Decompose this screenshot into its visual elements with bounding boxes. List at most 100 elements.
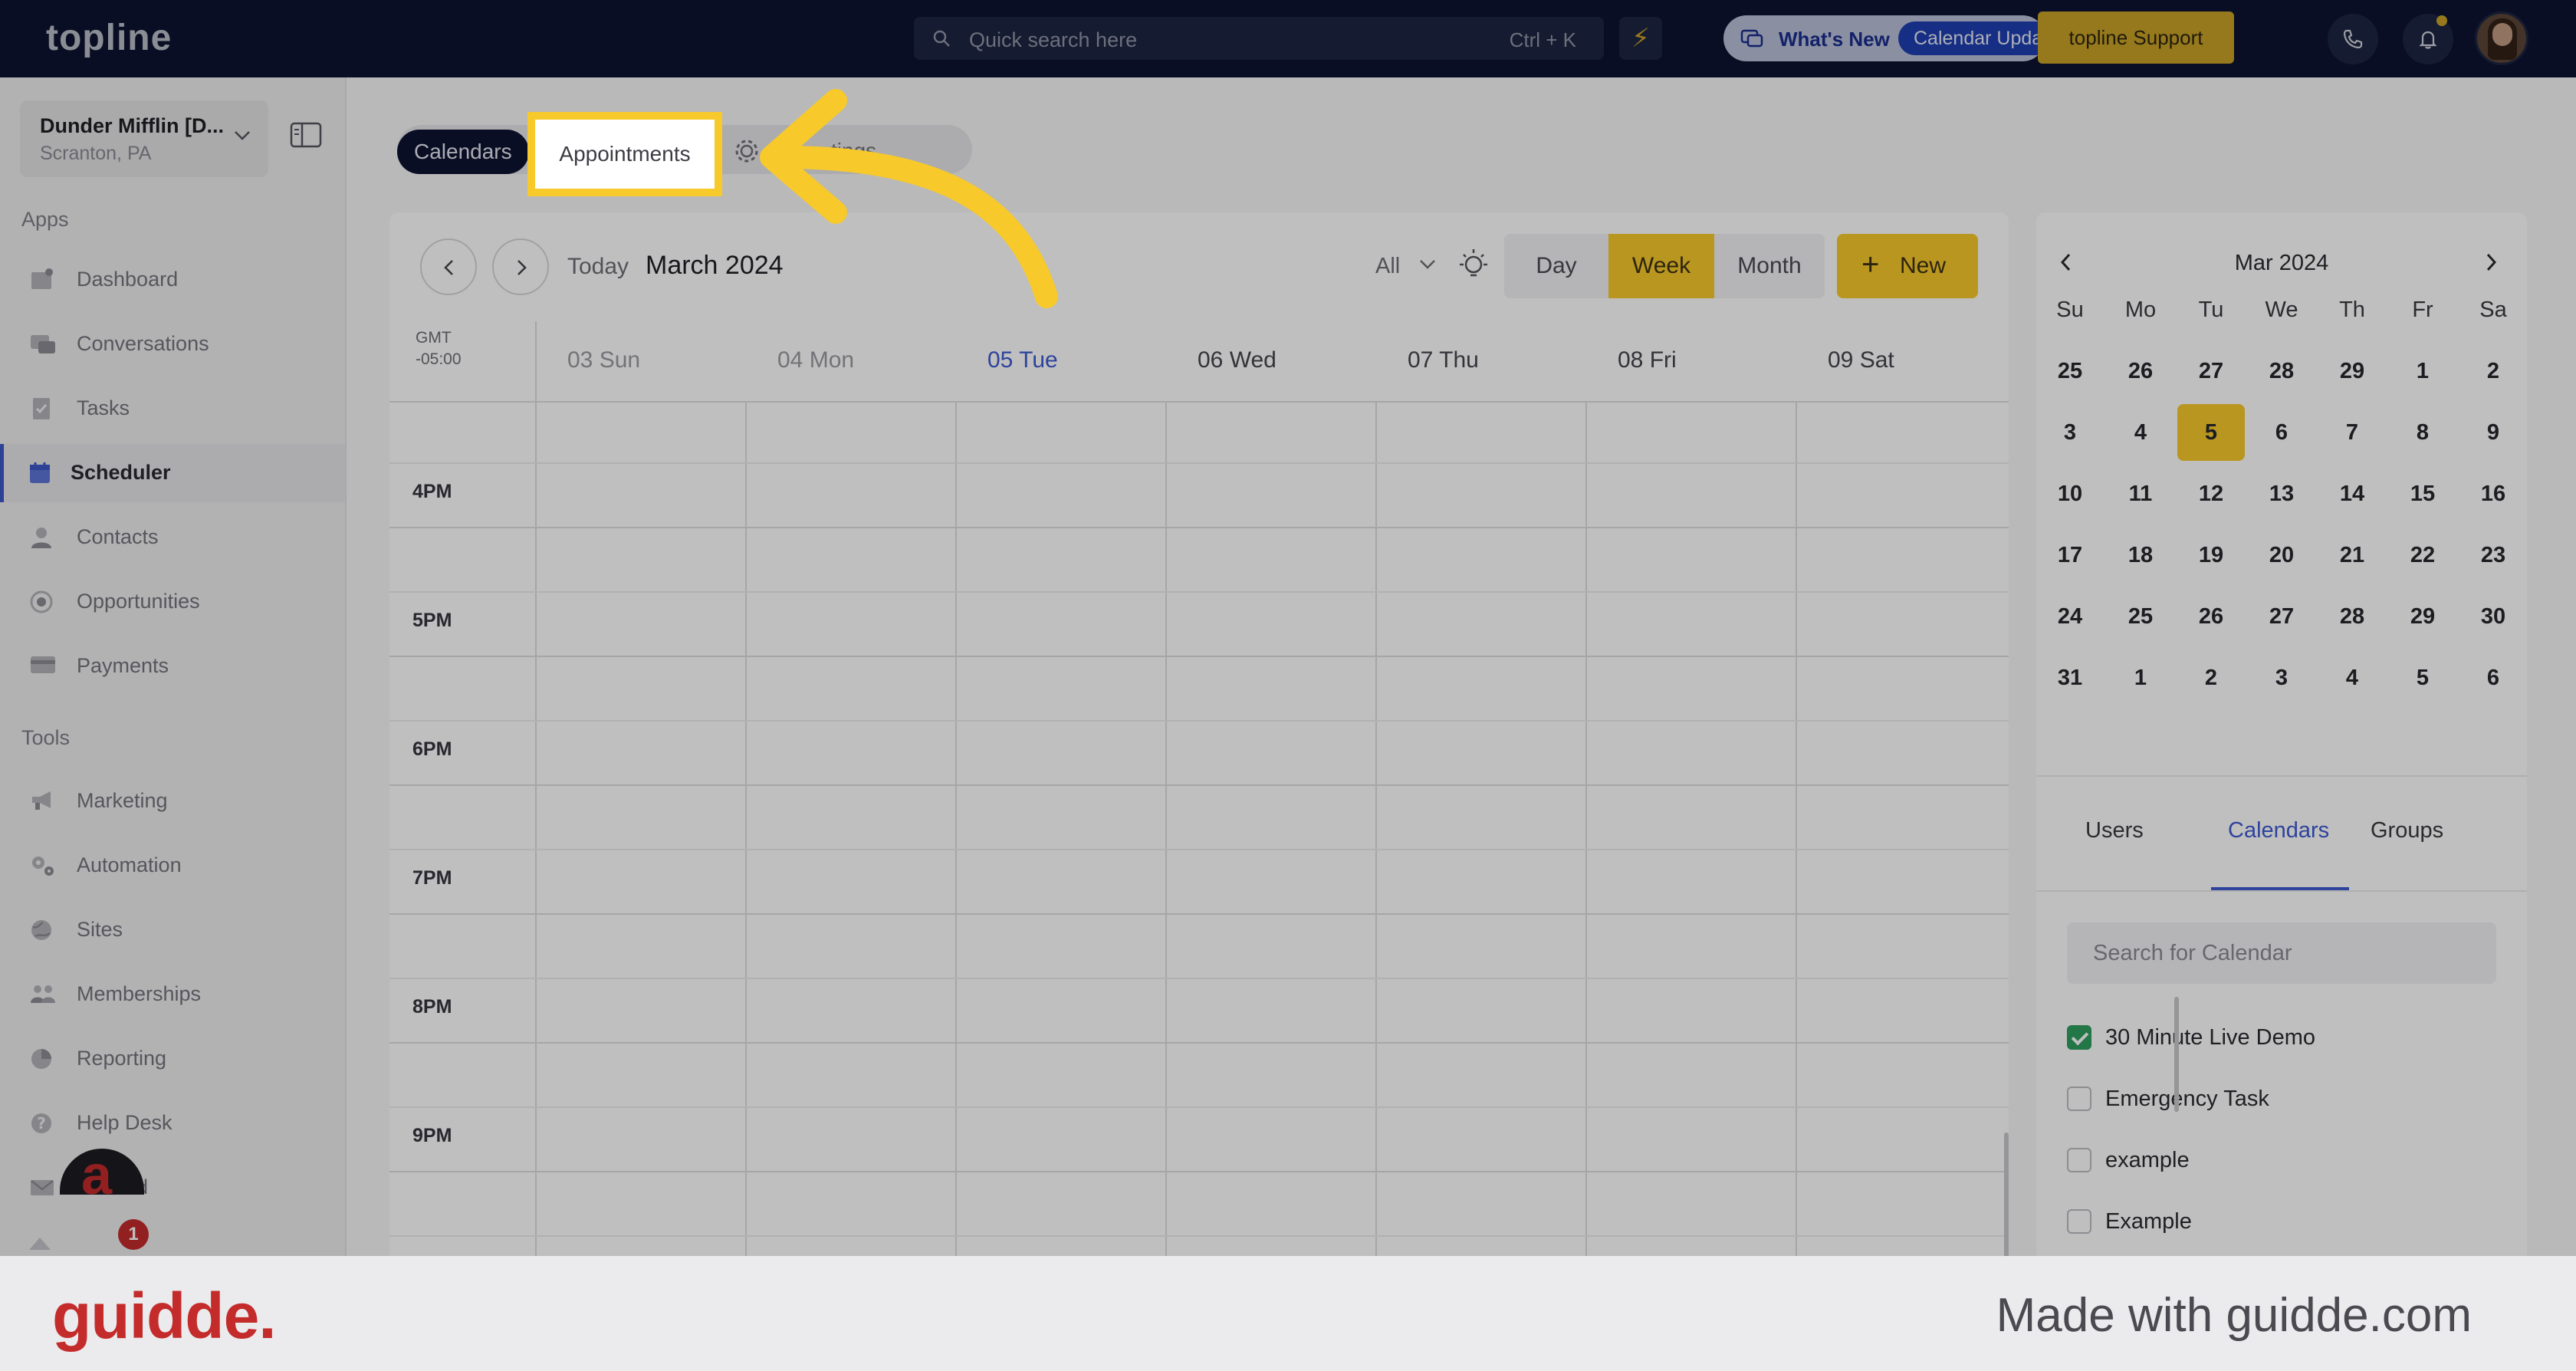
megaphone-icon	[1740, 28, 1763, 48]
new-event-button[interactable]: + New	[1837, 234, 1978, 298]
sidebar-item-mailfold[interactable]: Mailfold	[0, 1159, 345, 1217]
checkbox[interactable]	[2067, 1209, 2091, 1234]
mini-calendar-day[interactable]: 24	[2036, 588, 2104, 645]
sidebar-item-help-desk[interactable]: ? Help Desk	[0, 1094, 345, 1152]
mini-calendar-day[interactable]: 27	[2177, 343, 2245, 399]
user-avatar[interactable]	[2475, 12, 2528, 65]
sidebar-item-label: Conversations	[77, 332, 209, 355]
sidebar-item-automation[interactable]: Automation	[0, 837, 345, 895]
calendar-search-input[interactable]: Search for Calendar	[2067, 922, 2496, 984]
chevron-down-icon[interactable]	[1418, 258, 1437, 271]
mini-calendar-day[interactable]: 27	[2248, 588, 2315, 645]
mini-calendar-day[interactable]: 29	[2318, 343, 2386, 399]
mini-calendar-day[interactable]: 8	[2389, 404, 2456, 461]
sidebar-item-marketing[interactable]: Marketing	[0, 772, 345, 830]
mini-calendar-day[interactable]: 28	[2318, 588, 2386, 645]
view-day-button[interactable]: Day	[1504, 234, 1608, 298]
mini-calendar-day[interactable]: 25	[2036, 343, 2104, 399]
mini-calendar-day[interactable]: 12	[2177, 465, 2245, 522]
mini-calendar-day[interactable]: 13	[2248, 465, 2315, 522]
quick-search[interactable]: Quick search here Ctrl + K	[914, 17, 1604, 60]
mini-calendar-day[interactable]: 4	[2318, 649, 2386, 706]
sidebar-item-contacts[interactable]: Contacts	[0, 508, 345, 567]
filter-select[interactable]: All	[1375, 254, 1400, 279]
mini-calendar-day[interactable]: 15	[2389, 465, 2456, 522]
tab-users[interactable]: Users	[2085, 818, 2144, 843]
mini-calendar-day[interactable]: 1	[2389, 343, 2456, 399]
tab-calendars[interactable]: Calendars	[2228, 818, 2329, 843]
mini-calendar-day[interactable]: 31	[2036, 649, 2104, 706]
day-header[interactable]: 04 Mon	[777, 347, 854, 373]
guidde-logo[interactable]: guidde.	[52, 1279, 277, 1353]
sidebar-collapse-icon[interactable]	[290, 122, 322, 148]
sidebar-item-sites[interactable]: Sites	[0, 901, 345, 959]
quick-action-button[interactable]: ⚡	[1619, 17, 1662, 60]
mini-calendar-day[interactable]: 6	[2459, 649, 2527, 706]
mini-calendar-day[interactable]: 17	[2036, 527, 2104, 584]
day-header[interactable]: 03 Sun	[567, 347, 640, 373]
day-header[interactable]: 08 Fri	[1618, 347, 1677, 373]
checkbox[interactable]	[2067, 1087, 2091, 1111]
tab-groups[interactable]: Groups	[2371, 818, 2443, 843]
sidebar-item-reporting[interactable]: Reporting	[0, 1030, 345, 1088]
mini-calendar-day[interactable]: 30	[2459, 588, 2527, 645]
mini-calendar-day[interactable]: 29	[2389, 588, 2456, 645]
day-header[interactable]: 06 Wed	[1198, 347, 1276, 373]
mini-calendar-day[interactable]: 16	[2459, 465, 2527, 522]
right-panel-scrollbar[interactable]	[2174, 997, 2179, 1112]
sidebar-item-memberships[interactable]: Memberships	[0, 965, 345, 1024]
mini-calendar-day[interactable]: 1	[2107, 649, 2174, 706]
next-month-button[interactable]	[2482, 252, 2499, 272]
mini-calendar-day[interactable]: 19	[2177, 527, 2245, 584]
mini-calendar-day[interactable]: 7	[2318, 404, 2386, 461]
tab-appointments[interactable]: Appointments	[527, 112, 722, 196]
mini-calendar-day[interactable]: 20	[2248, 527, 2315, 584]
sidebar-item-opportunities[interactable]: Opportunities	[0, 573, 345, 631]
mini-calendar-day[interactable]: 2	[2177, 649, 2245, 706]
view-month-button[interactable]: Month	[1714, 234, 1825, 298]
tab-calendars[interactable]: Calendars	[397, 130, 529, 174]
mini-calendar-day[interactable]: 26	[2107, 343, 2174, 399]
mini-calendar-day[interactable]: 3	[2248, 649, 2315, 706]
scroll-up-icon[interactable]	[29, 1238, 51, 1250]
day-header-today[interactable]: 05 Tue	[987, 347, 1058, 373]
today-button[interactable]: Today	[567, 254, 629, 280]
next-week-button[interactable]	[492, 238, 549, 295]
mini-calendar-day[interactable]: 18	[2107, 527, 2174, 584]
sidebar-item-dashboard[interactable]: Dashboard	[0, 251, 345, 309]
sidebar-item-conversations[interactable]: Conversations	[0, 315, 345, 373]
location-switcher[interactable]: Dunder Mifflin [D... Scranton, PA	[20, 100, 268, 177]
mini-calendar-day[interactable]: 4	[2107, 404, 2174, 461]
lightbulb-icon[interactable]	[1457, 248, 1490, 283]
mini-calendar-day[interactable]: 25	[2107, 588, 2174, 645]
mini-calendar-day[interactable]: 14	[2318, 465, 2386, 522]
mini-calendar-day[interactable]: 3	[2036, 404, 2104, 461]
mini-calendar-day[interactable]: 26	[2177, 588, 2245, 645]
mini-calendar-day[interactable]: 11	[2107, 465, 2174, 522]
day-header[interactable]: 07 Thu	[1408, 347, 1479, 373]
sidebar-item-payments[interactable]: Payments	[0, 637, 345, 695]
sidebar-item-tasks[interactable]: Tasks	[0, 380, 345, 438]
mini-calendar-day[interactable]: 10	[2036, 465, 2104, 522]
view-week-button[interactable]: Week	[1608, 234, 1714, 298]
mini-calendar-day[interactable]: 21	[2318, 527, 2386, 584]
phone-button[interactable]	[2328, 14, 2378, 64]
mini-calendar-day[interactable]: 5	[2389, 649, 2456, 706]
mini-calendar-day[interactable]: 2	[2459, 343, 2527, 399]
whats-new-button[interactable]: What's New Calendar Upda	[1723, 15, 2045, 61]
mini-calendar-day[interactable]: 28	[2248, 343, 2315, 399]
prev-week-button[interactable]	[420, 238, 477, 295]
mini-calendar-day[interactable]: 6	[2248, 404, 2315, 461]
mini-calendar-day[interactable]: 23	[2459, 527, 2527, 584]
checkbox[interactable]	[2067, 1025, 2091, 1050]
checkbox[interactable]	[2067, 1148, 2091, 1172]
top-bar: topline Quick search here Ctrl + K ⚡ Wha…	[0, 0, 2576, 77]
support-button[interactable]: topline Support	[2038, 12, 2234, 64]
app-logo[interactable]: topline	[46, 17, 172, 59]
mini-calendar-day[interactable]: 5	[2177, 404, 2245, 461]
mini-calendar-day[interactable]: 22	[2389, 527, 2456, 584]
mini-calendar-day[interactable]: 9	[2459, 404, 2527, 461]
chevron-left-icon	[441, 258, 458, 277]
sidebar-item-scheduler[interactable]: Scheduler	[0, 444, 345, 502]
day-header[interactable]: 09 Sat	[1828, 347, 1894, 373]
